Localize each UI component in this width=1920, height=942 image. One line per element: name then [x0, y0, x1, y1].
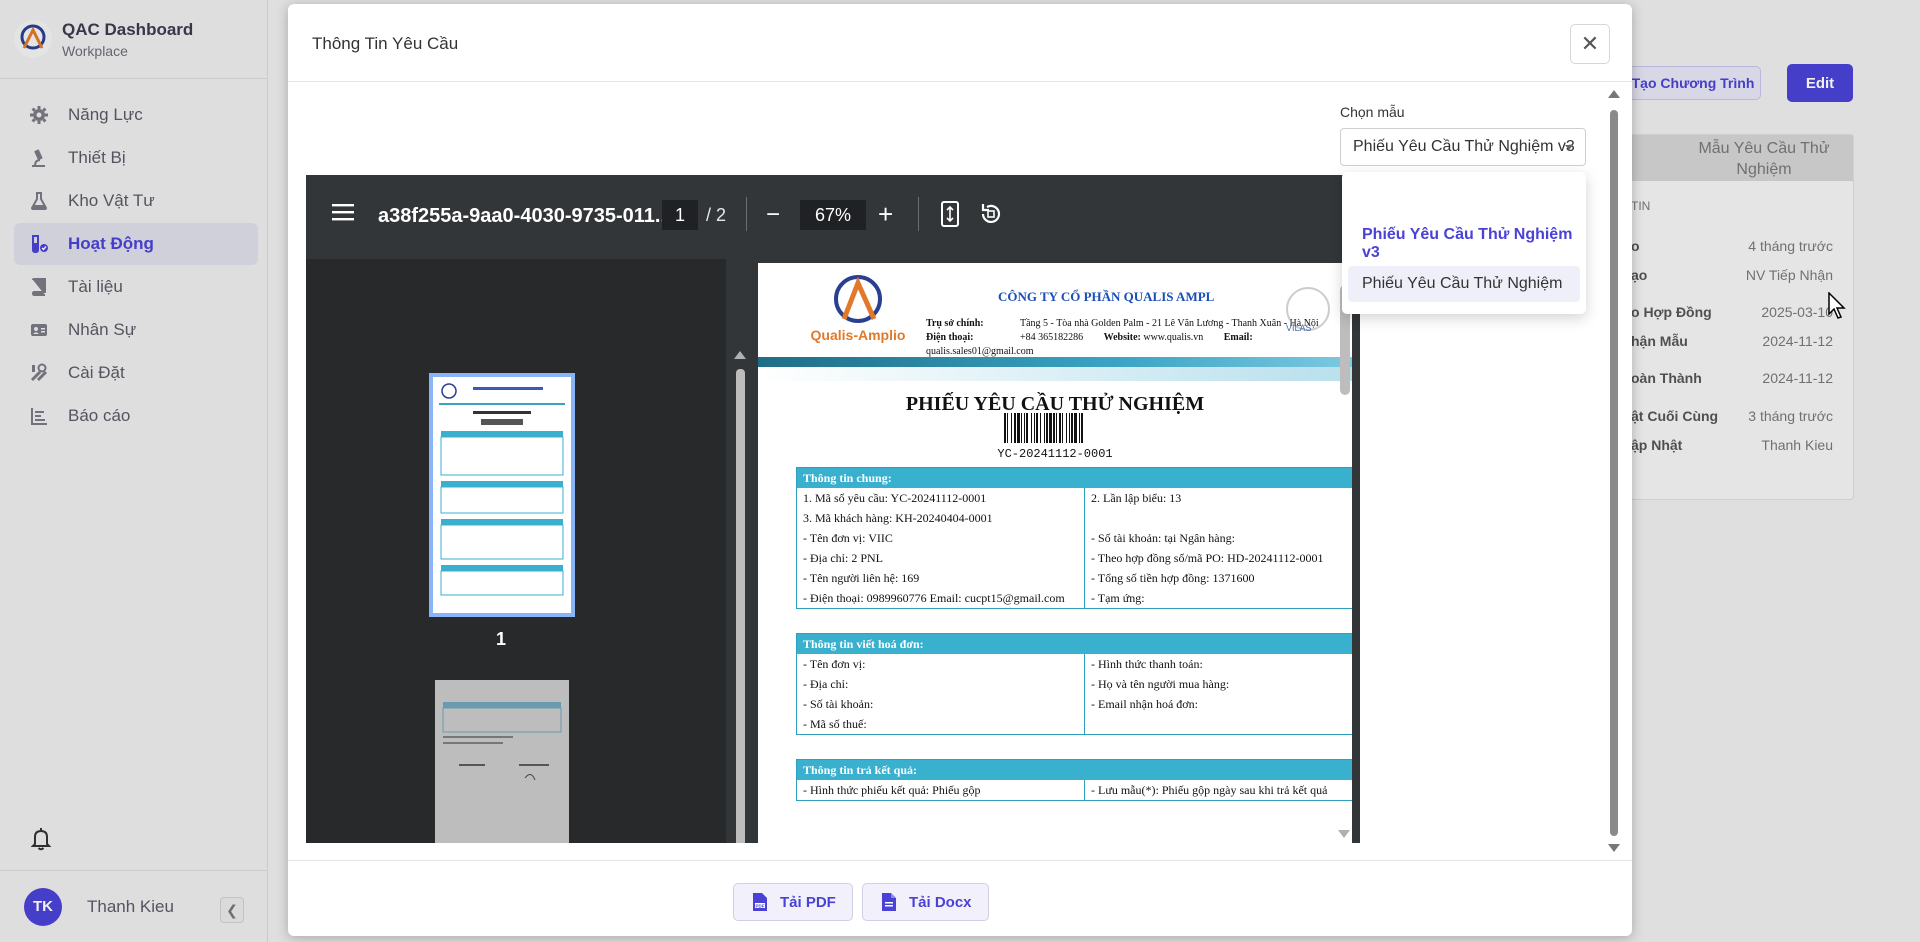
field-line: 3. Mã khách hàng: KH-20240404-0001	[803, 511, 993, 525]
logo-text: Qualis-Amplio	[810, 327, 906, 343]
download-docx-label: Tải Docx	[909, 893, 972, 911]
field-line: - Lưu mẫu(*): Phiếu gộp ngày sau khi trả…	[1091, 783, 1328, 797]
field-line: - Hình thức thanh toán:	[1091, 657, 1203, 671]
address-label: Trụ sở chính:	[926, 318, 984, 329]
svg-text:PDF: PDF	[756, 903, 765, 908]
pdf-file-icon: PDF	[752, 892, 768, 912]
page-thumbnail[interactable]	[435, 680, 569, 843]
field-line: - Số tài khoản:	[803, 697, 874, 711]
email-label: Email:	[1223, 332, 1253, 343]
zoom-out-button[interactable]: −	[766, 201, 780, 229]
request-info-modal: Thông Tin Yêu Cầu ✕ Chọn mẫu Phiếu Yêu C…	[288, 4, 1846, 936]
field-line: - Điện thoại: 0989960776 Email: cucpt15@…	[803, 591, 1065, 605]
section-header: Thông tin chung:	[797, 468, 1352, 488]
template-dropdown: Phiếu Yêu Cầu Thử Nghiệm v3 Phiếu Yêu Cầ…	[1342, 172, 1586, 314]
divider	[746, 197, 747, 231]
section-header: Thông tin trả kết quả:	[797, 760, 1352, 780]
qualis-amplio-logo: Qualis-Amplio	[798, 273, 918, 353]
company-name: CÔNG TY CỔ PHẦN QUALIS AMPL	[998, 289, 1215, 304]
menu-icon[interactable]	[332, 203, 356, 223]
template-select[interactable]: Phiếu Yêu Cầu Thử Nghiệm v3	[1340, 128, 1586, 166]
section-header: Thông tin viết hoá đơn:	[797, 634, 1352, 654]
scroll-up-arrow-icon[interactable]	[1608, 90, 1620, 98]
pdf-page: Qualis-Amplio CÔNG TY CỔ PHẦN QUALIS AMP…	[758, 263, 1352, 843]
modal-footer: PDF Tải PDF Tải Docx	[288, 860, 1632, 936]
modal-header: Thông Tin Yêu Cầu ✕	[288, 4, 1632, 82]
email-text: qualis.sales01@gmail.com	[926, 346, 1034, 357]
thumbnail-scrollbar[interactable]	[736, 369, 745, 843]
phone-label: Điện thoại:	[926, 332, 974, 343]
phone-text: +84 365182286	[1020, 332, 1084, 343]
website-text: www.qualis.vn	[1143, 332, 1204, 343]
caret-down-icon	[1565, 145, 1573, 150]
field-line: - Địa chỉ: 2 PNL	[803, 551, 883, 565]
result-info-section: Thông tin trả kết quả: - Hình thức phiếu…	[796, 759, 1352, 801]
vilas-label: VILAS	[1286, 323, 1312, 333]
field-line: - Số tài khoản: tại Ngân hàng:	[1091, 531, 1235, 545]
download-pdf-label: Tải PDF	[780, 893, 836, 911]
thumbnail-label: 1	[496, 629, 507, 649]
field-line: - Họ và tên người mua hàng:	[1091, 677, 1230, 691]
zoom-in-button[interactable]: +	[878, 199, 893, 230]
page-thumbnail[interactable]	[429, 373, 575, 617]
mouse-cursor-icon	[1828, 291, 1848, 325]
close-button[interactable]: ✕	[1570, 24, 1610, 64]
field-line: 1. Mã số yêu cầu: YC-20241112-0001	[803, 491, 987, 505]
scroll-up-arrow-icon[interactable]	[734, 351, 746, 359]
field-line: - Tên đơn vị: VIIC	[803, 531, 893, 545]
close-icon: ✕	[1580, 31, 1600, 56]
thumbnail-page-preview	[433, 377, 571, 613]
header-stripe	[758, 357, 1352, 367]
template-selected-value: Phiếu Yêu Cầu Thử Nghiệm v3	[1353, 138, 1575, 155]
field-line: - Tên người liên hệ: 169	[803, 571, 920, 585]
dropdown-option[interactable]: Phiếu Yêu Cầu Thử Nghiệm	[1348, 266, 1580, 302]
field-line	[1091, 714, 1352, 734]
scroll-down-arrow-icon[interactable]	[1608, 844, 1620, 852]
header-stripe	[758, 367, 1352, 381]
scroll-down-arrow-icon[interactable]	[1338, 830, 1350, 838]
download-docx-button[interactable]: Tải Docx	[862, 883, 989, 921]
field-line: - Theo hợp đồng số/mã PO: HD-20241112-00…	[1091, 551, 1324, 565]
field-line: - Địa chỉ:	[803, 677, 849, 691]
field-line: - Hình thức phiếu kết quả: Phiếu gộp	[803, 783, 981, 797]
field-line	[1091, 508, 1352, 528]
zoom-input[interactable]: 67%	[800, 200, 866, 230]
template-label: Chọn mẫu	[1340, 104, 1405, 120]
field-line: - Tạm ứng:	[1091, 591, 1145, 605]
website-label: Website:	[1103, 332, 1141, 343]
document-file-icon	[881, 892, 897, 912]
pdf-viewer: a38f255a-9aa0-4030-9735-011... 1 / 2 − 6…	[306, 175, 1360, 843]
pdf-toolbar: a38f255a-9aa0-4030-9735-011... 1 / 2 − 6…	[306, 175, 1360, 259]
request-code: YC-20241112-0001	[997, 447, 1113, 461]
page-total: / 2	[706, 205, 727, 225]
pdf-filename: a38f255a-9aa0-4030-9735-011...	[378, 205, 672, 227]
download-pdf-button[interactable]: PDF Tải PDF	[733, 883, 853, 921]
field-line: - Mã số thuế:	[803, 717, 867, 731]
address-text: Tầng 5 - Tòa nhà Golden Palm - 21 Lê Văn…	[1020, 318, 1319, 329]
plus-icon: +	[878, 199, 894, 229]
general-info-section: Thông tin chung: 1. Mã số yêu cầu: YC-20…	[796, 467, 1352, 609]
modal-scrollbar[interactable]	[1610, 110, 1618, 836]
field-line: - Email nhận hoá đơn:	[1091, 697, 1198, 711]
modal-title: Thông Tin Yêu Cầu	[312, 34, 459, 53]
invoice-info-section: Thông tin viết hoá đơn: - Tên đơn vị: - …	[796, 633, 1352, 735]
field-line: - Tổng số tiền hợp đồng: 1371600	[1091, 571, 1255, 585]
rotate-icon[interactable]	[978, 201, 1004, 229]
minus-icon: −	[766, 201, 781, 228]
barcode-icon	[1002, 413, 1152, 443]
page-number-input[interactable]: 1	[662, 200, 698, 230]
field-line: - Tên đơn vị:	[803, 657, 866, 671]
dropdown-option[interactable]: Phiếu Yêu Cầu Thử Nghiệm v3	[1348, 226, 1580, 262]
fit-page-icon[interactable]	[940, 201, 964, 229]
divider	[918, 197, 919, 231]
field-line: 2. Lần lập biểu: 13	[1091, 491, 1182, 505]
